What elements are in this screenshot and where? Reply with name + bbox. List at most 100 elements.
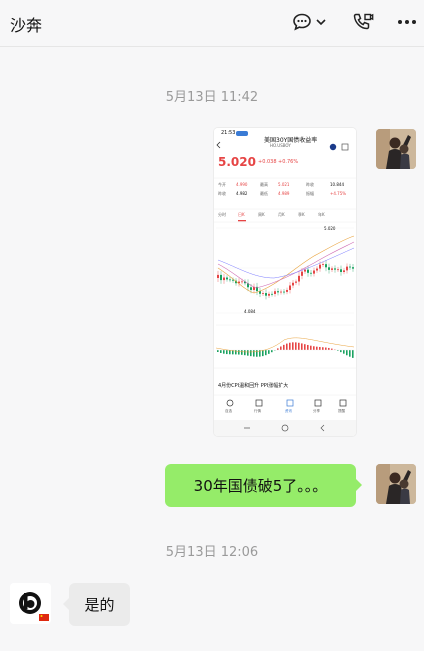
screenshot-tab: 日K bbox=[238, 212, 245, 217]
macd-bar bbox=[328, 347, 330, 350]
message-text: 30年国债破5了。。。 bbox=[193, 477, 328, 495]
macd-bar bbox=[268, 350, 270, 354]
macd-bar bbox=[238, 350, 240, 355]
avatar[interactable] bbox=[10, 583, 51, 624]
candle-body bbox=[271, 293, 273, 295]
macd-bar bbox=[271, 350, 273, 353]
more-icon[interactable] bbox=[394, 10, 420, 34]
macd-bar bbox=[262, 350, 264, 357]
candle-body bbox=[307, 269, 309, 273]
macd-bar bbox=[316, 346, 318, 350]
candle-body bbox=[226, 277, 228, 280]
candle-body bbox=[334, 268, 336, 270]
avatar[interactable] bbox=[376, 464, 416, 504]
macd-bar bbox=[322, 347, 324, 350]
candle-body bbox=[328, 267, 330, 270]
candle-body bbox=[331, 268, 333, 270]
chat-title[interactable]: 沙奔 bbox=[10, 12, 42, 36]
macd-bar bbox=[346, 350, 348, 356]
message-timestamp: 5月13日 12:06 bbox=[165, 545, 259, 560]
macd-bar bbox=[310, 345, 312, 350]
macd-bar bbox=[313, 346, 315, 350]
macd-bar bbox=[325, 347, 327, 350]
candle-body bbox=[337, 269, 339, 271]
screenshot-label: 最高 bbox=[260, 182, 268, 187]
macd-bar bbox=[265, 350, 267, 356]
candle-body bbox=[322, 264, 324, 265]
candle-body bbox=[286, 289, 288, 292]
screenshot-tab: 季K bbox=[298, 212, 305, 217]
candle-body bbox=[304, 269, 306, 272]
candle-body bbox=[325, 264, 327, 268]
candle-body bbox=[241, 281, 243, 283]
screenshot-tab: 分时 bbox=[218, 212, 226, 217]
screenshot-value: +4.75% bbox=[330, 191, 347, 196]
macd-bar bbox=[301, 343, 303, 350]
macd-bar bbox=[352, 350, 354, 358]
macd-bar bbox=[340, 350, 342, 353]
macd-bar bbox=[241, 350, 243, 355]
candle-body bbox=[289, 285, 291, 290]
screenshot-value: 5.021 bbox=[278, 182, 290, 187]
macd-bar bbox=[319, 346, 321, 350]
screenshot-change: +0.038 bbox=[258, 159, 277, 165]
macd-bar bbox=[292, 342, 294, 350]
phone-video-icon[interactable] bbox=[350, 10, 376, 34]
candle-body bbox=[319, 264, 321, 269]
screenshot-stock-code: HO.USBOY bbox=[270, 143, 291, 148]
macd-bar bbox=[256, 350, 258, 357]
screenshot-nav-label: 资讯 bbox=[285, 409, 292, 413]
macd-bar bbox=[235, 350, 237, 355]
screenshot-value: 4.990 bbox=[236, 182, 248, 187]
macd-bar bbox=[223, 350, 225, 354]
candle-body bbox=[343, 270, 345, 273]
macd-bar bbox=[343, 350, 345, 354]
avatar[interactable] bbox=[376, 129, 416, 169]
message-timestamp: 5月13日 11:42 bbox=[165, 90, 259, 105]
screenshot-price: 5.020 bbox=[218, 155, 256, 169]
screenshot-value: 4.989 bbox=[278, 191, 290, 196]
candle-body bbox=[277, 291, 279, 293]
candle-body bbox=[220, 274, 222, 281]
macd-bar bbox=[304, 344, 306, 350]
candle-body bbox=[229, 279, 231, 281]
candle-body bbox=[295, 281, 297, 283]
macd-bar bbox=[226, 350, 228, 355]
candle-body bbox=[223, 277, 225, 281]
screenshot-value: 4.982 bbox=[236, 191, 248, 196]
candle-body bbox=[346, 266, 348, 271]
candle-body bbox=[280, 291, 282, 293]
macd-bar bbox=[280, 346, 282, 350]
shared-screenshot-image[interactable]: 21:53 美国30Y国债收益率 HO.USBOY 5.020 +0.038 +… bbox=[214, 128, 356, 436]
screenshot-label: 昨收 bbox=[306, 182, 314, 187]
screenshot-label: 昨收 bbox=[218, 191, 226, 196]
screenshot-tab: 年K bbox=[318, 212, 325, 217]
screenshot-label: 振幅 bbox=[306, 191, 314, 196]
macd-bar bbox=[298, 342, 300, 350]
chevron-down-icon[interactable] bbox=[313, 10, 329, 34]
screenshot-tab: 周K bbox=[258, 212, 265, 217]
screenshot-nav-label: 自选 bbox=[225, 409, 232, 413]
candle-body bbox=[340, 269, 342, 273]
macd-bar bbox=[217, 350, 219, 352]
screenshot-label: 最低 bbox=[260, 191, 268, 196]
candle-body bbox=[298, 275, 300, 282]
macd-bar bbox=[289, 342, 291, 350]
candle-body bbox=[316, 268, 318, 271]
macd-bar bbox=[253, 350, 255, 357]
macd-bar bbox=[244, 350, 246, 356]
chat-bubble-icon[interactable] bbox=[289, 10, 315, 34]
screenshot-change-pct: +0.76% bbox=[278, 159, 299, 165]
macd-bar bbox=[283, 344, 285, 350]
message-bubble-received[interactable]: 是的 bbox=[63, 583, 130, 626]
macd-bar bbox=[295, 342, 297, 350]
candle-body bbox=[301, 271, 303, 276]
screenshot-chart-low: 4.084 bbox=[244, 309, 256, 314]
macd-bar bbox=[247, 350, 249, 356]
candle-body bbox=[352, 267, 354, 269]
screenshot-news-title: 4月份CPI温和回升 PPI涨幅扩大 bbox=[218, 383, 289, 389]
message-bubble-sent[interactable]: 30年国债破5了。。。 bbox=[165, 464, 362, 507]
macd-bar bbox=[307, 344, 309, 350]
candle-body bbox=[292, 282, 294, 286]
macd-bar bbox=[229, 350, 231, 355]
